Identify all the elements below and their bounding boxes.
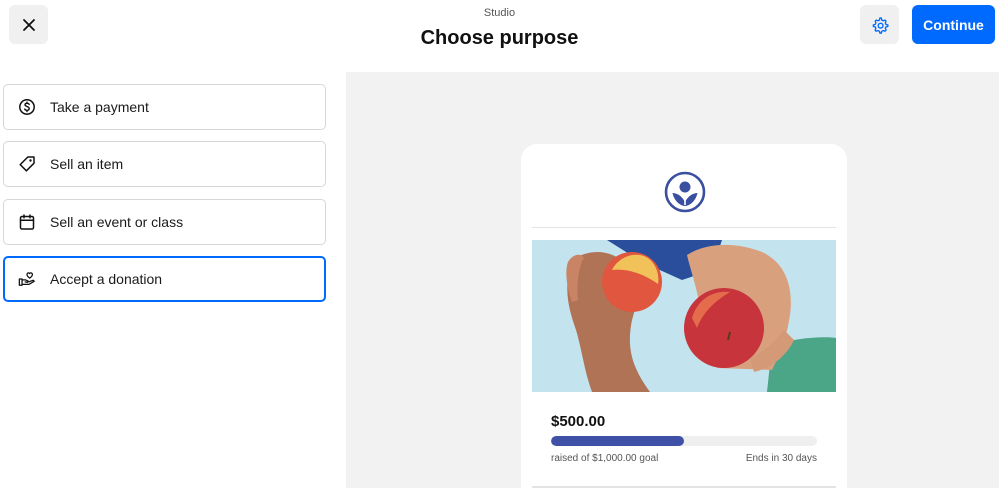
- top-bar: Studio Choose purpose Continue: [0, 0, 999, 72]
- option-label: Take a payment: [50, 99, 149, 115]
- continue-button[interactable]: Continue: [912, 5, 995, 44]
- calendar-icon: [18, 213, 36, 231]
- divider: [532, 227, 836, 228]
- option-sell-item[interactable]: Sell an item: [3, 141, 326, 187]
- option-label: Accept a donation: [50, 271, 163, 287]
- campaign-photo: [532, 240, 836, 392]
- tag-icon: [18, 155, 36, 173]
- preview-pane: $500.00 raised of $1,000.00 goal Ends in…: [346, 72, 999, 488]
- dollar-circle-icon: [18, 98, 36, 116]
- goal-text: raised of $1,000.00 goal: [551, 453, 659, 464]
- donation-hand-icon: [18, 270, 36, 288]
- option-accept-donation[interactable]: Accept a donation: [3, 256, 326, 302]
- gear-icon: [872, 16, 889, 34]
- donation-progress-bar: [551, 436, 817, 446]
- raised-amount: $500.00: [551, 413, 606, 430]
- ends-text: Ends in 30 days: [745, 453, 817, 464]
- progress-fill: [551, 436, 684, 446]
- page-subtitle: Studio: [483, 7, 516, 19]
- option-label: Sell an event or class: [50, 214, 184, 230]
- page-title: Choose purpose: [420, 27, 579, 49]
- donation-preview-card: $500.00 raised of $1,000.00 goal Ends in…: [521, 144, 847, 488]
- settings-button[interactable]: [860, 5, 899, 44]
- option-label: Sell an item: [50, 156, 124, 172]
- option-sell-event[interactable]: Sell an event or class: [3, 199, 326, 245]
- logo-icon: [664, 171, 706, 213]
- option-take-payment[interactable]: Take a payment: [3, 84, 326, 130]
